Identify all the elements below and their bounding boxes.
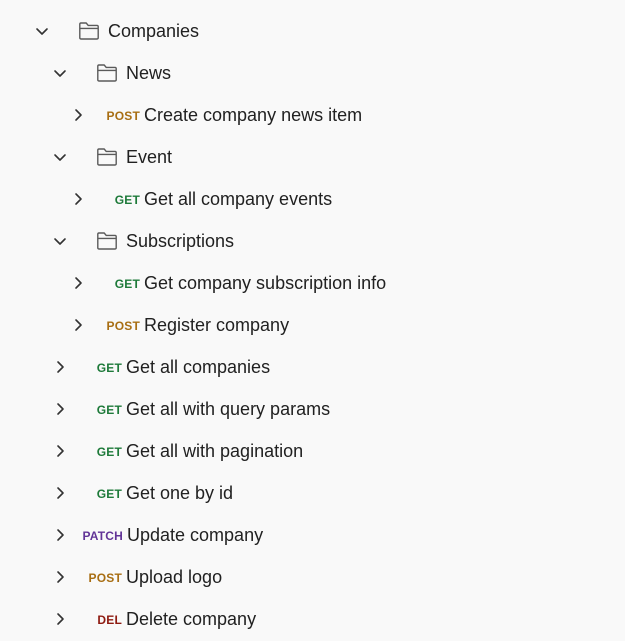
folder-row-subscriptions[interactable]: Subscriptions [0,220,625,262]
folder-icon [96,63,118,83]
chevron-right-icon[interactable] [69,106,87,124]
method-badge-get: GET [114,277,140,291]
request-label: Update company [127,525,264,545]
folder-icon [96,147,118,167]
chevron-down-icon[interactable] [51,232,69,250]
request-row[interactable]: GET Get all companies [0,346,625,388]
folder-icon [78,21,100,41]
request-row[interactable]: GET Get one by id [0,472,625,514]
folder-label: News [126,63,172,83]
request-row[interactable]: POST Register company [0,304,625,346]
folder-row-event[interactable]: Event [0,136,625,178]
request-label: Get all with pagination [126,441,304,461]
collection-tree: Companies News POST Create company news ite… [0,0,625,641]
chevron-right-icon[interactable] [69,316,87,334]
chevron-right-icon[interactable] [69,274,87,292]
chevron-right-icon[interactable] [51,442,69,460]
request-label: Create company news item [144,105,363,125]
request-label: Get all companies [126,357,271,377]
request-row[interactable]: DEL Delete company [0,598,625,640]
folder-icon [96,231,118,251]
request-row[interactable]: POST Create company news item [0,94,625,136]
chevron-right-icon[interactable] [51,400,69,418]
request-row[interactable]: GET Get all company events [0,178,625,220]
request-row[interactable]: GET Get all with query params [0,388,625,430]
method-badge-post: POST [106,109,140,123]
folder-label: Event [126,147,173,167]
request-label: Get company subscription info [144,273,387,293]
chevron-down-icon[interactable] [51,64,69,82]
folder-row-news[interactable]: News [0,52,625,94]
chevron-down-icon[interactable] [51,148,69,166]
folder-label: Subscriptions [126,231,235,251]
method-badge-get: GET [96,445,122,459]
chevron-right-icon[interactable] [51,526,69,544]
method-badge-post: POST [88,571,122,585]
request-row[interactable]: POST Upload logo [0,556,625,598]
request-label: Get all company events [144,189,333,209]
request-label: Get all with query params [126,399,331,419]
request-label: Get one by id [126,483,234,503]
chevron-right-icon[interactable] [51,568,69,586]
request-label: Delete company [126,609,257,629]
chevron-right-icon[interactable] [51,484,69,502]
folder-row-companies[interactable]: Companies [0,10,625,52]
chevron-down-icon[interactable] [33,22,51,40]
method-badge-get: GET [114,193,140,207]
chevron-right-icon[interactable] [69,190,87,208]
request-label: Upload logo [126,567,223,587]
chevron-right-icon[interactable] [51,358,69,376]
request-row[interactable]: PATCH Update company [0,514,625,556]
folder-label: Companies [108,21,200,41]
request-row[interactable]: GET Get company subscription info [0,262,625,304]
method-badge-post: POST [106,319,140,333]
method-badge-patch: PATCH [82,529,123,543]
method-badge-del: DEL [97,613,122,627]
method-badge-get: GET [96,361,122,375]
method-badge-get: GET [96,487,122,501]
request-row[interactable]: GET Get all with pagination [0,430,625,472]
chevron-right-icon[interactable] [51,610,69,628]
request-label: Register company [144,315,290,335]
method-badge-get: GET [96,403,122,417]
